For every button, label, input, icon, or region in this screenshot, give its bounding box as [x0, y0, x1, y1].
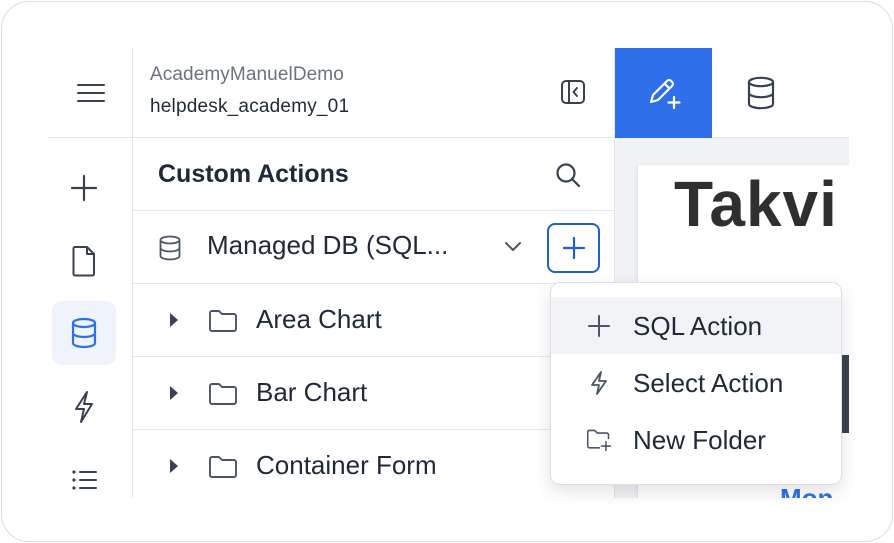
section-title: Custom Actions [158, 160, 349, 188]
window-frame: AcademyManuelDemo helpdesk_academy_01 Cu… [1, 1, 893, 542]
edit-mode-button[interactable] [615, 48, 712, 138]
folder-icon [209, 383, 237, 405]
lightning-icon [75, 391, 93, 423]
sidebar-collapse-icon [561, 80, 585, 104]
folder-icon [209, 456, 237, 478]
panel-header: AcademyManuelDemo helpdesk_academy_01 [133, 48, 615, 138]
menu-item-sql-action[interactable]: SQL Action [551, 297, 841, 354]
add-action-menu: SQL Action Select Action New Folder [550, 282, 842, 485]
rail-actions-button[interactable] [52, 375, 116, 439]
database-icon [159, 235, 181, 261]
lightning-icon [586, 370, 612, 396]
plus-icon [70, 174, 98, 202]
tree-item[interactable]: Container Form [133, 430, 615, 498]
folder-plus-icon [586, 427, 612, 453]
add-action-button[interactable] [547, 223, 600, 273]
caret-right-icon[interactable] [168, 384, 180, 402]
menu-button[interactable] [48, 48, 133, 138]
menu-item-select-action[interactable]: Select Action [551, 354, 841, 411]
toolbar-more-button[interactable] [809, 48, 849, 138]
data-mode-button[interactable] [712, 48, 809, 138]
org-name: AcademyManuelDemo [150, 64, 344, 85]
db-source-row[interactable]: Managed DB (SQL... [133, 211, 615, 284]
settings-icon [848, 77, 849, 109]
database-icon [71, 317, 97, 349]
preview-link: Mon [780, 483, 834, 498]
preview-title: Takvi [674, 168, 838, 240]
list-icon [72, 470, 97, 490]
tree-item-label: Area Chart [256, 304, 382, 334]
left-rail [48, 48, 133, 498]
chevron-down-icon[interactable] [502, 235, 524, 257]
caret-right-icon[interactable] [168, 311, 180, 329]
tree-item-label: Bar Chart [256, 377, 368, 407]
plus-icon [586, 313, 612, 339]
search-button[interactable] [553, 160, 583, 190]
file-icon [72, 246, 95, 277]
db-source-label: Managed DB (SQL... [207, 230, 449, 260]
hamburger-icon [76, 83, 105, 102]
rail-pages-button[interactable] [52, 229, 116, 293]
folder-icon [209, 310, 237, 332]
pencil-plus-icon [649, 79, 681, 110]
rail-list-button[interactable] [52, 448, 116, 498]
section-header: Custom Actions [133, 138, 615, 211]
caret-right-icon[interactable] [168, 457, 180, 475]
collapse-panel-button[interactable] [558, 77, 588, 107]
search-icon [556, 163, 581, 188]
menu-item-new-folder[interactable]: New Folder [551, 411, 841, 468]
tree-item[interactable]: Area Chart [133, 284, 615, 357]
explorer-panel: AcademyManuelDemo helpdesk_academy_01 Cu… [133, 48, 615, 498]
tree-item-label: Container Form [256, 450, 437, 480]
plus-icon [562, 236, 585, 260]
database-icon [747, 76, 774, 109]
tree-item[interactable]: Bar Chart [133, 357, 615, 430]
database-name: helpdesk_academy_01 [150, 96, 350, 117]
menu-item-label: New Folder [633, 425, 766, 455]
menu-item-label: SQL Action [633, 311, 763, 341]
rail-add-button[interactable] [52, 156, 116, 220]
menu-item-label: Select Action [633, 368, 784, 398]
rail-database-button[interactable] [52, 301, 116, 365]
